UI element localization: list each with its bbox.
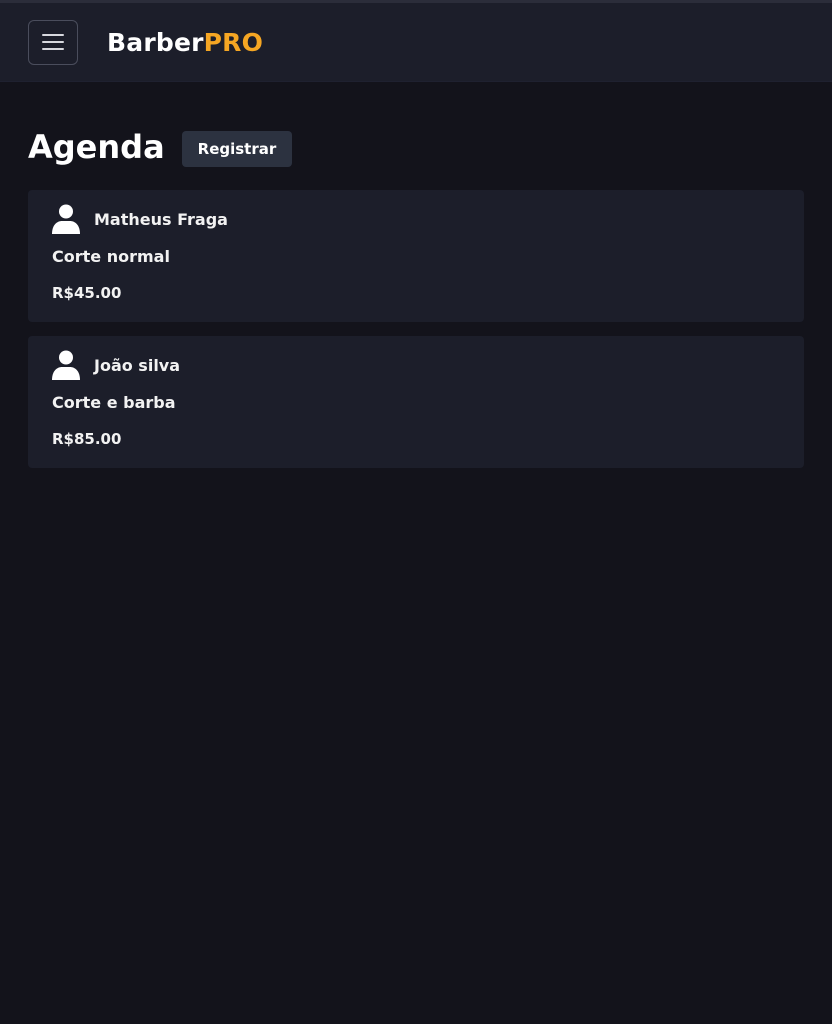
client-row: Matheus Fraga — [52, 204, 780, 234]
user-icon — [52, 350, 80, 380]
service-name: Corte e barba — [52, 393, 176, 412]
service-name: Corte normal — [52, 247, 170, 266]
menu-button[interactable] — [28, 19, 78, 65]
register-button[interactable]: Registrar — [181, 131, 293, 167]
brand-text: Barber — [107, 27, 204, 57]
client-row: João silva — [52, 350, 780, 380]
page-title: Agenda — [28, 128, 165, 166]
appointment-list: Matheus Fraga Corte normal R$45.00 João … — [28, 190, 804, 468]
service-price: R$45.00 — [52, 284, 122, 302]
client-name: João silva — [94, 355, 181, 375]
app-header: Barber PRO — [0, 3, 832, 82]
user-icon — [52, 204, 80, 234]
appointment-card[interactable]: João silva Corte e barba R$85.00 — [28, 336, 804, 468]
main-content: Agenda Registrar Matheus Fraga Corte nor… — [0, 128, 832, 468]
title-row: Agenda Registrar — [28, 128, 804, 167]
hamburger-menu-icon — [42, 34, 64, 50]
brand-accent-text: PRO — [203, 27, 264, 57]
appointment-card[interactable]: Matheus Fraga Corte normal R$45.00 — [28, 190, 804, 322]
client-name: Matheus Fraga — [94, 209, 228, 229]
brand-logo[interactable]: Barber PRO — [107, 30, 263, 55]
service-price: R$85.00 — [52, 430, 122, 448]
